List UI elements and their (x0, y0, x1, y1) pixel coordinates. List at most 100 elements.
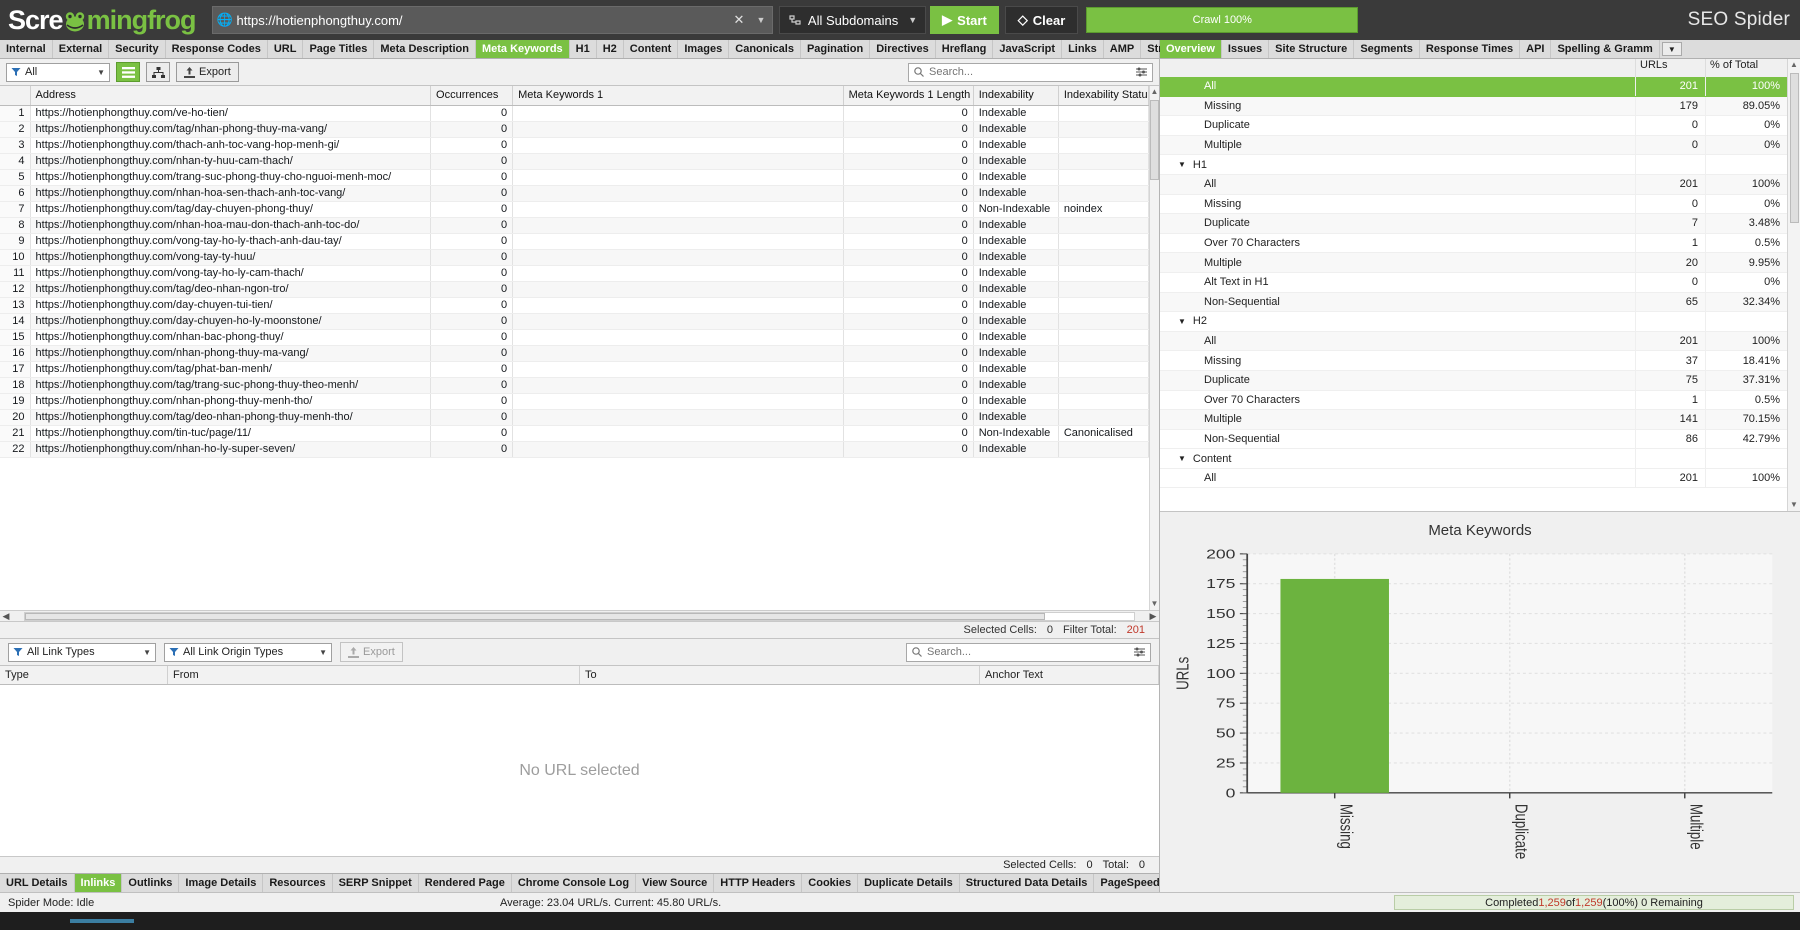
lower-column-header-from[interactable]: From (168, 666, 580, 685)
table-row[interactable]: 6 https://hotienphongthuy.com/nhan-hoa-se… (0, 185, 1149, 202)
row-number[interactable]: 8 (0, 217, 31, 234)
cell-address[interactable]: https://hotienphongthuy.com/tag/trang-su… (30, 377, 432, 394)
hscroll-track[interactable] (24, 611, 1135, 621)
tab-h2[interactable]: H2 (597, 40, 624, 58)
cell-indexability-status[interactable] (1058, 121, 1149, 138)
cell-indexability-status[interactable] (1058, 329, 1149, 346)
cell-meta-keywords[interactable] (512, 249, 844, 266)
column-header-meta-keywords-1[interactable]: Meta Keywords 1 (512, 86, 844, 106)
cell-meta-keywords[interactable] (512, 265, 844, 282)
row-number[interactable]: 1 (0, 105, 31, 122)
caret-down-icon[interactable]: ▼ (1178, 317, 1186, 326)
chevron-down-icon[interactable]: ▼ (143, 648, 151, 657)
right-tab-response-times[interactable]: Response Times (1420, 40, 1521, 58)
chart-bar[interactable] (1280, 578, 1389, 793)
cell-occurrences[interactable]: 0 (430, 361, 514, 378)
detail-tab-resources[interactable]: Resources (263, 874, 333, 892)
cell-indexability-status[interactable]: noindex (1058, 201, 1149, 218)
cell-address[interactable]: https://hotienphongthuy.com/ve-ho-tien/ (30, 105, 432, 122)
overview-scroll-thumb[interactable] (1789, 73, 1799, 223)
cell-indexability-status[interactable] (1058, 281, 1149, 298)
url-bar[interactable]: 🌐 ✕ ▼ (211, 6, 773, 34)
cell-meta-keywords[interactable] (512, 201, 844, 218)
cell-address[interactable]: https://hotienphongthuy.com/vong-tay-ho-… (30, 233, 432, 250)
table-row[interactable]: 20 https://hotienphongthuy.com/tag/deo-nh… (0, 409, 1149, 426)
cell-address[interactable]: https://hotienphongthuy.com/vong-tay-ty-… (30, 249, 432, 266)
cell-indexability[interactable]: Indexable (973, 217, 1059, 234)
clear-button[interactable]: ◇ Clear (1004, 6, 1079, 34)
cell-meta-keywords-length[interactable]: 0 (843, 345, 974, 362)
table-row[interactable]: 1 https://hotienphongthuy.com/ve-ho-tien/… (0, 105, 1149, 122)
detail-tab-view-source[interactable]: View Source (636, 874, 715, 892)
clear-url-icon[interactable]: ✕ (728, 12, 750, 28)
lower-column-header-anchor-text[interactable]: Anchor Text (980, 666, 1159, 685)
row-number[interactable]: 2 (0, 121, 31, 138)
cell-meta-keywords[interactable] (512, 169, 844, 186)
cell-address[interactable]: https://hotienphongthuy.com/vong-tay-ho-… (30, 265, 432, 282)
row-number[interactable]: 17 (0, 361, 31, 378)
cell-address[interactable]: https://hotienphongthuy.com/nhan-hoa-sen… (30, 185, 432, 202)
export-button[interactable]: Export (176, 62, 239, 82)
cell-address[interactable]: https://hotienphongthuy.com/trang-suc-ph… (30, 169, 432, 186)
cell-indexability[interactable]: Indexable (973, 105, 1059, 122)
row-number[interactable]: 11 (0, 265, 31, 282)
cell-occurrences[interactable]: 0 (430, 393, 514, 410)
cell-meta-keywords-length[interactable]: 0 (843, 409, 974, 426)
cell-indexability-status[interactable] (1058, 137, 1149, 154)
cell-occurrences[interactable]: 0 (430, 345, 514, 362)
lower-search-box[interactable] (906, 642, 1151, 662)
cell-meta-keywords-length[interactable]: 0 (843, 217, 974, 234)
cell-meta-keywords[interactable] (512, 233, 844, 250)
cell-meta-keywords-length[interactable]: 0 (843, 153, 974, 170)
cell-address[interactable]: https://hotienphongthuy.com/tag/nhan-pho… (30, 121, 432, 138)
cell-address[interactable]: https://hotienphongthuy.com/tag/day-chuy… (30, 201, 432, 218)
cell-meta-keywords-length[interactable]: 0 (843, 329, 974, 346)
cell-indexability-status[interactable] (1058, 361, 1149, 378)
table-row[interactable]: 3 https://hotienphongthuy.com/thach-anh-t… (0, 137, 1149, 154)
cell-address[interactable]: https://hotienphongthuy.com/tag/phat-ban… (30, 361, 432, 378)
table-row[interactable]: 17 https://hotienphongthuy.com/tag/phat-b… (0, 361, 1149, 378)
cell-indexability[interactable]: Indexable (973, 377, 1059, 394)
caret-down-icon[interactable]: ▼ (1178, 160, 1186, 169)
cell-address[interactable]: https://hotienphongthuy.com/nhan-phong-t… (30, 345, 432, 362)
detail-tab-cookies[interactable]: Cookies (802, 874, 859, 892)
detail-tab-duplicate-details[interactable]: Duplicate Details (858, 874, 960, 892)
lower-column-header-type[interactable]: Type (0, 666, 168, 685)
start-button[interactable]: ▶ Start (930, 6, 999, 34)
cell-indexability[interactable]: Indexable (973, 137, 1059, 154)
detail-tab-chrome-console-log[interactable]: Chrome Console Log (512, 874, 637, 892)
cell-meta-keywords[interactable] (512, 137, 844, 154)
overview-row[interactable]: All 201 100% (1160, 331, 1787, 352)
cell-indexability-status[interactable] (1058, 249, 1149, 266)
cell-occurrences[interactable]: 0 (430, 377, 514, 394)
table-row[interactable]: 21 https://hotienphongthuy.com/tin-tuc/pa… (0, 425, 1149, 442)
cell-occurrences[interactable]: 0 (430, 265, 514, 282)
lower-search-input[interactable] (927, 646, 1129, 659)
table-row[interactable]: 4 https://hotienphongthuy.com/nhan-ty-huu… (0, 153, 1149, 170)
caret-down-icon[interactable]: ▼ (1178, 454, 1186, 463)
cell-occurrences[interactable]: 0 (430, 425, 514, 442)
tab-links[interactable]: Links (1062, 40, 1104, 58)
cell-address[interactable]: https://hotienphongthuy.com/nhan-hoa-mau… (30, 217, 432, 234)
cell-meta-keywords[interactable] (512, 329, 844, 346)
table-row[interactable]: 9 https://hotienphongthuy.com/vong-tay-ho… (0, 233, 1149, 250)
column-header-indexability-status[interactable]: Indexability Status (1058, 86, 1149, 106)
cell-meta-keywords[interactable] (512, 281, 844, 298)
cell-indexability[interactable]: Indexable (973, 409, 1059, 426)
list-view-button[interactable] (116, 62, 140, 82)
overview-group-row[interactable]: ▼ H1 (1160, 155, 1787, 175)
column-header-occurrences[interactable]: Occurrences (430, 86, 514, 106)
cell-address[interactable]: https://hotienphongthuy.com/nhan-ho-ly-s… (30, 441, 432, 458)
hscroll-thumb[interactable] (25, 612, 1046, 620)
row-number[interactable]: 10 (0, 249, 31, 266)
link-origin-dropdown[interactable]: All Link Origin Types ▼ (164, 642, 332, 662)
cell-occurrences[interactable]: 0 (430, 185, 514, 202)
overview-row[interactable]: Missing 179 89.05% (1160, 96, 1787, 117)
cell-indexability-status[interactable] (1058, 233, 1149, 250)
tree-view-button[interactable] (146, 62, 170, 82)
cell-indexability-status[interactable] (1058, 377, 1149, 394)
cell-indexability-status[interactable] (1058, 409, 1149, 426)
cell-indexability-status[interactable] (1058, 393, 1149, 410)
cell-meta-keywords[interactable] (512, 153, 844, 170)
cell-meta-keywords-length[interactable]: 0 (843, 297, 974, 314)
